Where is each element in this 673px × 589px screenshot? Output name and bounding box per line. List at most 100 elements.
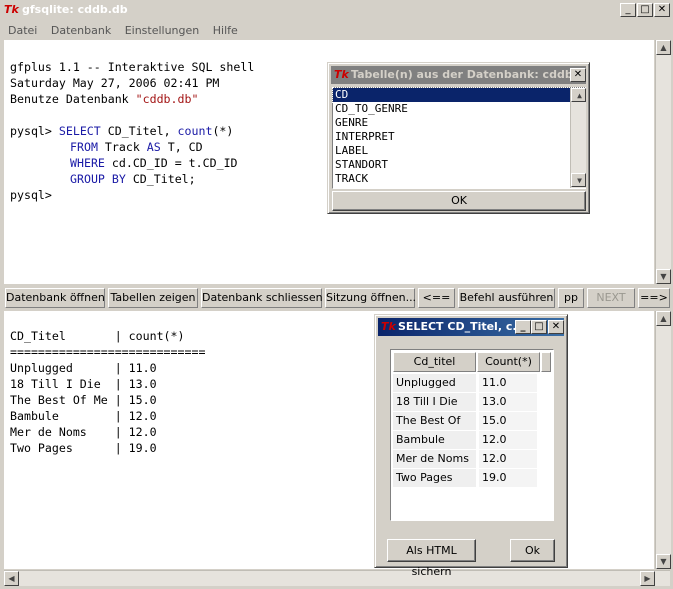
menu-einstellungen[interactable]: Einstellungen — [125, 24, 200, 37]
query-text: CD_Titel; — [125, 172, 196, 186]
maximize-button[interactable]: □ — [637, 3, 653, 17]
prompt: pysql> — [10, 124, 52, 138]
db-name: "cddb.db" — [135, 92, 199, 106]
tables-listbox[interactable]: CD CD_TO_GENRE GENRE INTERPRET LABEL STA… — [332, 87, 586, 189]
output-row: The Best Of Me | 15.0 — [10, 393, 157, 407]
table-list-item[interactable]: LABEL — [333, 144, 585, 158]
keyword-as: AS — [146, 140, 161, 154]
keyword-select: SELECT — [58, 124, 101, 138]
result-cell-title[interactable]: Mer de Noms — [393, 450, 476, 468]
scroll-down-arrow-icon[interactable]: ▼ — [656, 269, 671, 284]
show-tables-button[interactable]: Tabellen zeigen — [108, 288, 198, 308]
execute-command-button[interactable]: Befehl ausführen — [458, 288, 555, 308]
shell-query-line2: FROM Track AS T, CD — [70, 139, 203, 155]
close-button[interactable]: ✕ — [548, 320, 564, 334]
result-cell-title[interactable]: The Best Of Me — [393, 412, 476, 445]
minimize-button[interactable]: _ — [515, 320, 531, 334]
pp-button[interactable]: pp — [558, 288, 584, 308]
scroll-up-arrow-icon[interactable]: ▲ — [571, 88, 586, 102]
maximize-button[interactable]: □ — [531, 320, 547, 334]
table-list-item[interactable]: TRACK — [333, 172, 585, 186]
output-separator: ============================ — [10, 345, 206, 359]
shell-date: Saturday May 27, 2006 02:41 PM — [10, 76, 220, 90]
table-list-item[interactable]: CD — [332, 87, 586, 103]
table-list-item[interactable]: GENRE — [333, 116, 585, 130]
query-text: T, CD — [160, 140, 203, 154]
tables-list-scrollbar[interactable]: ▲ ▼ — [570, 88, 586, 188]
result-cell-count[interactable]: 12.0 — [479, 431, 537, 449]
scroll-left-arrow-icon[interactable]: ◀ — [4, 571, 19, 586]
table-list-item[interactable]: CD_TO_GENRE — [333, 102, 585, 116]
tk-logo-icon: Tk — [381, 320, 396, 333]
menu-datenbank[interactable]: Datenbank — [51, 24, 111, 37]
keyword-from: FROM — [70, 140, 98, 154]
keyword-count: count — [177, 124, 213, 138]
query-text: CD_Titel, — [100, 124, 178, 138]
minimize-button[interactable]: _ — [620, 3, 636, 17]
query-text: cd.CD_ID = t.CD_ID — [104, 156, 238, 170]
menu-datei[interactable]: Datei — [8, 24, 37, 37]
tables-dialog-title: Tabelle(n) aus der Datenbank: cddb... — [351, 68, 586, 81]
next-button[interactable]: NEXT — [587, 288, 635, 308]
menu-hilfe[interactable]: Hilfe — [213, 24, 238, 37]
close-button[interactable]: ✕ — [570, 68, 586, 82]
close-database-button[interactable]: Datenbank schliessen — [201, 288, 323, 308]
menu-bar: Datei Datenbank Einstellungen Hilfe — [8, 24, 248, 37]
result-cell-count[interactable]: 13.0 — [479, 393, 537, 411]
output-row: Two Pages | 19.0 — [10, 441, 157, 455]
db-label: Benutze Datenbank — [10, 92, 136, 106]
upper-vertical-scrollbar[interactable]: ▲ ▼ — [655, 40, 671, 284]
scroll-up-arrow-icon[interactable]: ▲ — [656, 311, 671, 326]
open-database-button[interactable]: Datenbank öffnen — [5, 288, 105, 308]
column-header-spacer — [541, 352, 551, 372]
window-title: gfsqlite: cddb.db — [22, 3, 128, 16]
shell-banner: gfplus 1.1 -- Interaktive SQL shell — [10, 60, 255, 74]
result-cell-count[interactable]: 12.0 — [479, 450, 537, 468]
open-session-button[interactable]: Sitzung öffnen... — [325, 288, 416, 308]
lower-vertical-scrollbar[interactable]: ▲ ▼ — [655, 311, 671, 569]
result-dialog-title: SELECT CD_Titel, c... — [398, 320, 525, 333]
history-back-button[interactable]: <== — [418, 288, 455, 308]
tk-logo-icon: Tk — [4, 3, 19, 16]
tk-logo-icon: Tk — [334, 68, 349, 81]
close-button[interactable]: ✕ — [654, 3, 670, 17]
scroll-down-arrow-icon[interactable]: ▼ — [571, 173, 586, 187]
output-row: 18 Till I Die | 13.0 — [10, 377, 157, 391]
shell-db-line: Benutze Datenbank "cddb.db" — [10, 91, 198, 107]
output-row: Unplugged | 11.0 — [10, 361, 157, 375]
keyword-where: WHERE — [70, 156, 105, 170]
result-cell-title[interactable]: Bambule — [393, 431, 476, 449]
scroll-right-arrow-icon[interactable]: ▶ — [640, 571, 655, 586]
result-grid[interactable]: Cd_titel Count(*) Unplugged 11.0 18 Till… — [390, 349, 554, 521]
keyword-group-by: GROUP BY — [70, 172, 126, 186]
query-text: (*) — [212, 124, 234, 138]
window-titlebar: Tk gfsqlite: cddb.db _ □ ✕ — [0, 0, 673, 21]
output-row: Bambule | 12.0 — [10, 409, 157, 423]
result-cell-title[interactable]: Two Pages — [393, 469, 476, 487]
scroll-down-arrow-icon[interactable]: ▼ — [656, 554, 671, 569]
result-cell-title[interactable]: Unplugged — [393, 374, 476, 392]
result-dialog-titlebar: Tk SELECT CD_Titel, c... _ □ ✕ — [378, 318, 564, 336]
query-text: Track — [97, 140, 147, 154]
output-header: CD_Titel | count(*) — [10, 329, 185, 343]
result-cell-count[interactable]: 19.0 — [479, 469, 537, 487]
tables-dialog: Tk Tabelle(n) aus der Datenbank: cddb...… — [327, 62, 590, 214]
history-forward-button[interactable]: ==> — [638, 288, 670, 308]
table-list-item[interactable]: INTERPRET — [333, 130, 585, 144]
shell-query-line4: GROUP BY CD_Titel; — [70, 171, 196, 187]
shell-prompt: pysql> — [10, 188, 52, 202]
result-ok-button[interactable]: Ok — [510, 539, 555, 562]
column-header-cd-titel[interactable]: Cd_titel — [393, 352, 476, 372]
table-list-item[interactable]: STANDORT — [333, 158, 585, 172]
horizontal-scrollbar[interactable]: ◀ ▶ — [4, 570, 670, 586]
column-header-count[interactable]: Count(*) — [477, 352, 540, 372]
shell-query-line3: WHERE cd.CD_ID = t.CD_ID — [70, 155, 238, 171]
tables-ok-button[interactable]: OK — [332, 191, 586, 211]
output-row: Mer de Noms | 12.0 — [10, 425, 157, 439]
result-cell-count[interactable]: 11.0 — [479, 374, 537, 392]
scroll-up-arrow-icon[interactable]: ▲ — [656, 40, 671, 55]
tables-dialog-titlebar: Tk Tabelle(n) aus der Datenbank: cddb...… — [331, 66, 586, 84]
result-cell-title[interactable]: 18 Till I Die — [393, 393, 476, 411]
result-cell-count[interactable]: 15.0 — [479, 412, 537, 430]
save-as-html-button[interactable]: Als HTML sichern — [387, 539, 476, 578]
